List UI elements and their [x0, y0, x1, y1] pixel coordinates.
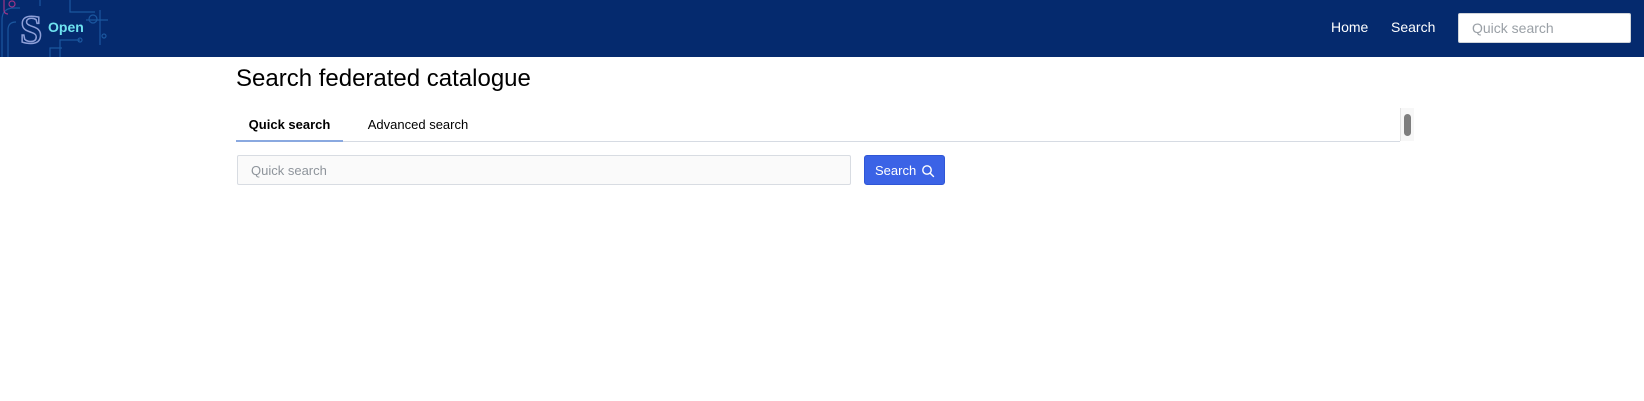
tab-advanced-search[interactable]: Advanced search: [362, 108, 474, 142]
tabs-scrollbar[interactable]: [1400, 108, 1414, 141]
search-button[interactable]: Search: [864, 155, 945, 185]
logo[interactable]: S Open: [0, 0, 115, 57]
quick-search-input[interactable]: [237, 155, 851, 185]
search-tabs: Quick search Advanced search: [236, 108, 1400, 142]
nav-search-link[interactable]: Search: [1391, 19, 1435, 35]
nav-home-link[interactable]: Home: [1331, 19, 1368, 35]
tab-quick-search[interactable]: Quick search: [236, 108, 343, 142]
logo-text: Open: [48, 19, 84, 35]
search-icon: [921, 164, 935, 178]
search-button-label: Search: [875, 163, 917, 178]
top-navbar: S Open Home Search: [0, 0, 1644, 57]
header-quick-search-input[interactable]: [1458, 13, 1631, 43]
tabs-scrollbar-thumb[interactable]: [1404, 114, 1411, 136]
svg-text:S: S: [20, 7, 42, 52]
page-title: Search federated catalogue: [236, 65, 531, 92]
